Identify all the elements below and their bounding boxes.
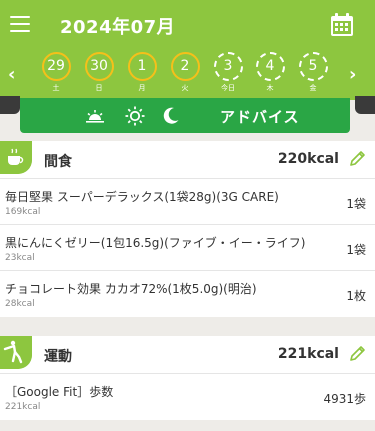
food-quantity: 1枚 bbox=[346, 289, 366, 303]
food-row[interactable]: チョコレート効果 カカオ72%(1枚5.0g)(明治) 28kcal 1枚 bbox=[0, 271, 375, 317]
day-weekday: 日 bbox=[95, 84, 103, 92]
pencil-icon[interactable] bbox=[348, 345, 366, 363]
snack-section: 間食 220kcal 毎日堅果 スーパーデラックス(1袋28g)(3G CARE… bbox=[0, 141, 375, 317]
food-kcal: 28kcal bbox=[5, 299, 35, 309]
prev-week-arrow[interactable]: ‹ bbox=[8, 64, 15, 85]
food-name: 黒にんにくゼリー(1包16.5g)(ファイブ・イー・ライフ) bbox=[5, 236, 306, 250]
exercise-title: 運動 bbox=[44, 349, 72, 365]
food-quantity: 1袋 bbox=[346, 197, 366, 211]
day-5[interactable]: 4 木 bbox=[254, 52, 286, 93]
sunrise-icon bbox=[86, 110, 104, 123]
exercise-icon bbox=[0, 336, 32, 369]
pencil-icon[interactable] bbox=[348, 150, 366, 168]
day-weekday: 月 bbox=[138, 84, 146, 92]
day-3[interactable]: 2 火 bbox=[169, 52, 201, 93]
day-number: 2 bbox=[170, 52, 200, 81]
snack-total-kcal: 220kcal bbox=[277, 151, 339, 167]
snack-title: 間食 bbox=[44, 154, 72, 170]
day-number: 4 bbox=[255, 52, 285, 81]
header: 2024年07月 ‹ › 29 土 30 日 1 月 2 火 3 今日 4 木 … bbox=[0, 0, 375, 100]
day-1[interactable]: 30 日 bbox=[83, 52, 115, 93]
exercise-total-kcal: 221kcal bbox=[277, 346, 339, 362]
next-week-arrow[interactable]: › bbox=[349, 64, 356, 85]
page-title: 2024年07月 bbox=[60, 17, 176, 38]
right-edge-strip bbox=[355, 96, 375, 114]
day-4-today[interactable]: 3 今日 bbox=[212, 52, 244, 93]
calendar-icon[interactable] bbox=[329, 12, 355, 38]
food-name: 毎日堅果 スーパーデラックス(1袋28g)(3G CARE) bbox=[5, 190, 279, 204]
day-number: 5 bbox=[298, 52, 328, 81]
day-weekday: 火 bbox=[181, 84, 189, 92]
day-weekday: 金 bbox=[309, 84, 317, 92]
day-number: 3 bbox=[213, 52, 243, 81]
day-weekday: 木 bbox=[266, 84, 274, 92]
sun-icon bbox=[125, 106, 145, 126]
exercise-name: ［Google Fit］歩数 bbox=[5, 385, 114, 399]
food-row[interactable]: 毎日堅果 スーパーデラックス(1袋28g)(3G CARE) 169kcal 1… bbox=[0, 179, 375, 225]
day-number: 30 bbox=[84, 52, 114, 81]
food-row[interactable]: 黒にんにくゼリー(1包16.5g)(ファイブ・イー・ライフ) 23kcal 1袋 bbox=[0, 225, 375, 271]
cup-icon bbox=[0, 141, 32, 174]
exercise-quantity: 4931歩 bbox=[323, 392, 366, 406]
food-name: チョコレート効果 カカオ72%(1枚5.0g)(明治) bbox=[5, 282, 257, 296]
exercise-row[interactable]: ［Google Fit］歩数 221kcal 4931歩 bbox=[0, 374, 375, 420]
food-kcal: 169kcal bbox=[5, 207, 41, 217]
day-0[interactable]: 29 土 bbox=[40, 52, 72, 93]
exercise-header[interactable]: 運動 221kcal bbox=[0, 336, 375, 374]
food-quantity: 1袋 bbox=[346, 243, 366, 257]
exercise-kcal: 221kcal bbox=[5, 402, 41, 412]
day-number: 1 bbox=[127, 52, 157, 81]
day-weekday: 土 bbox=[52, 84, 60, 92]
moon-icon bbox=[163, 107, 179, 124]
advice-label: アドバイス bbox=[220, 108, 300, 126]
day-2[interactable]: 1 月 bbox=[126, 52, 158, 93]
exercise-section: 運動 221kcal ［Google Fit］歩数 221kcal 4931歩 bbox=[0, 336, 375, 420]
advice-button[interactable]: アドバイス bbox=[20, 98, 350, 133]
food-kcal: 23kcal bbox=[5, 253, 35, 263]
snack-header[interactable]: 間食 220kcal bbox=[0, 141, 375, 179]
day-6[interactable]: 5 金 bbox=[297, 52, 329, 93]
menu-icon[interactable] bbox=[10, 16, 30, 32]
day-weekday: 今日 bbox=[221, 84, 235, 92]
day-number: 29 bbox=[41, 52, 71, 81]
left-edge-strip bbox=[0, 96, 20, 114]
